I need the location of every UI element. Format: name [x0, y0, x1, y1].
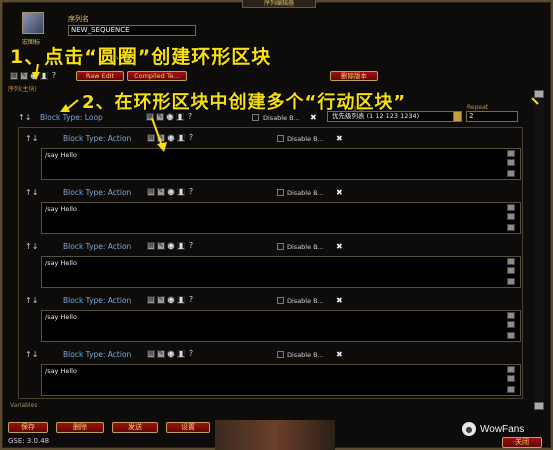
tutorial-arrows — [32, 63, 539, 152]
arrow-head-icon — [157, 142, 167, 152]
settings-button[interactable]: 设置 — [166, 422, 210, 433]
arrow-head-icon — [32, 72, 40, 80]
send-button[interactable]: 发送 — [112, 422, 158, 433]
close-button[interactable]: 关闭 — [502, 437, 542, 448]
action-bar-background — [215, 420, 335, 450]
watermark-text: WowFans — [480, 423, 525, 435]
arrow-to-step-select — [531, 97, 539, 105]
arrow-to-action-toolbar — [151, 117, 163, 147]
delete-button[interactable]: 删除 — [56, 422, 104, 433]
version-label: GSE: 3.0.48 — [8, 437, 50, 445]
save-button[interactable]: 保存 — [8, 422, 48, 433]
watermark: ● WowFans — [462, 422, 524, 436]
wechat-logo-icon: ● — [462, 422, 476, 436]
